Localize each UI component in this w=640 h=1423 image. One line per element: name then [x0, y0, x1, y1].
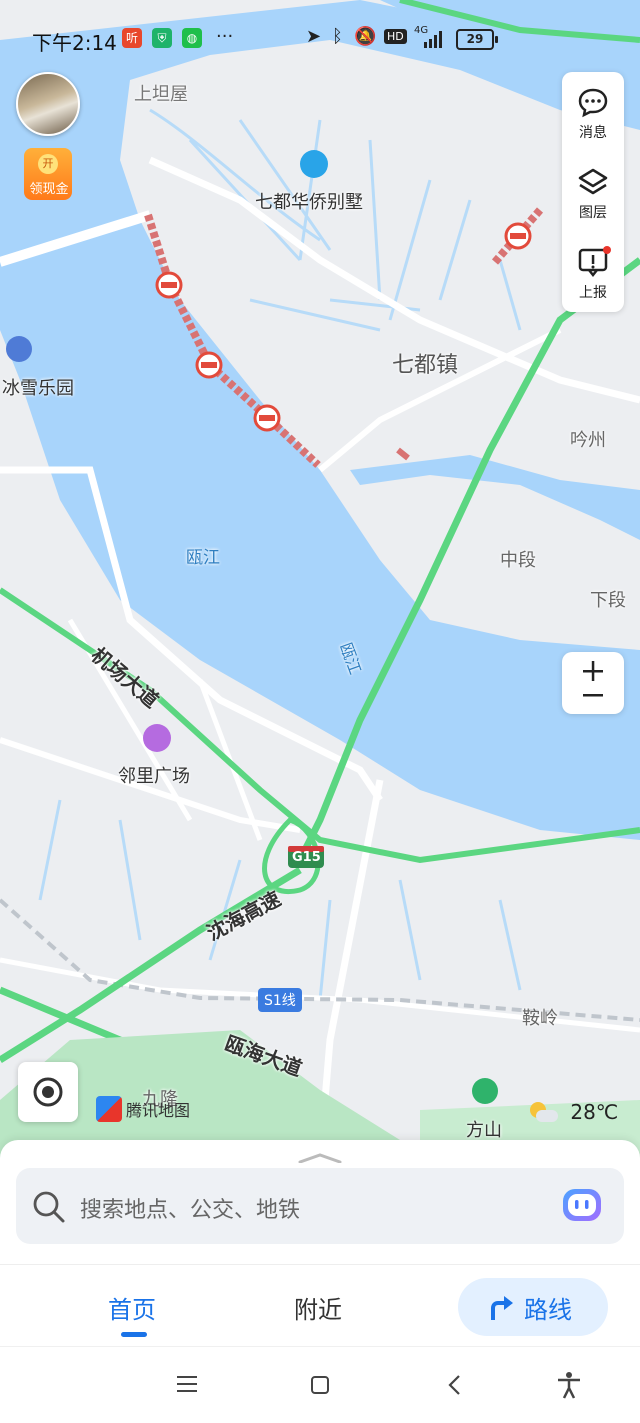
g15-label: G15 [292, 850, 321, 865]
back-icon[interactable] [446, 1374, 462, 1396]
bluetooth-icon: ᛒ [332, 26, 343, 47]
report-icon [578, 246, 611, 278]
status-time: 下午2:14 [32, 31, 117, 55]
compass-logo-icon [96, 1096, 122, 1122]
location-icon: ➤ [306, 26, 322, 47]
tab-home-indicator [121, 1332, 147, 1337]
temperature: 28℃ [570, 1099, 619, 1124]
partly-cloudy-icon [528, 1101, 558, 1122]
route-button[interactable]: 路线 [458, 1278, 608, 1336]
more-notifications-icon: ··· [216, 26, 234, 47]
messages-label: 消息 [579, 125, 607, 141]
closure-icon[interactable] [504, 222, 532, 250]
locate-me-button[interactable] [18, 1062, 78, 1122]
sheet-handle-icon[interactable] [298, 1148, 342, 1164]
map-label-bingxue[interactable]: 冰雪乐园 [2, 374, 74, 400]
system-nav-bar [0, 1346, 640, 1423]
brand-label: 腾讯地图 [126, 1101, 191, 1120]
mute-icon: 🔕 [354, 26, 377, 47]
messages-button[interactable]: 消息 [562, 72, 624, 150]
search-input[interactable]: 搜索地点、公交、地铁 [80, 1192, 300, 1224]
report-button[interactable]: 上报 [562, 232, 624, 310]
listen-app-icon: 听 [122, 28, 142, 48]
turn-arrow-icon [491, 1296, 513, 1320]
weather-widget[interactable]: 28℃ [528, 1098, 618, 1124]
home-icon[interactable] [310, 1375, 330, 1395]
report-label: 上报 [579, 285, 607, 301]
zoom-button[interactable] [562, 652, 624, 714]
layers-button[interactable]: 图层 [562, 152, 624, 230]
map-label-linli-plaza[interactable]: 邻里广场 [118, 762, 190, 788]
wechat-app-icon: ◍ [182, 28, 202, 48]
hd-badge: HD [384, 29, 407, 44]
battery-indicator: 29 [456, 29, 498, 50]
accessibility-icon[interactable] [556, 1371, 582, 1399]
closure-icon[interactable] [155, 271, 183, 299]
cash-label: 领现金 [29, 182, 69, 197]
map-label-anling[interactable]: 鞍岭 [522, 1004, 558, 1030]
layers-icon [578, 168, 608, 195]
map-label-qidu-town[interactable]: 七都镇 [392, 347, 458, 379]
fangshan-poi-icon[interactable] [472, 1078, 498, 1104]
zoom-icon [583, 661, 603, 697]
search-icon [32, 1190, 66, 1228]
tencent-map-brand: 腾讯地图 [96, 1096, 190, 1122]
map-label-zhongduan[interactable]: 中段 [500, 546, 536, 572]
signal-icon [414, 30, 446, 52]
route-label: 路线 [524, 1296, 572, 1324]
tab-home[interactable]: 首页 [108, 1290, 156, 1325]
linli-plaza-poi-icon[interactable] [143, 724, 171, 752]
s1-line-badge[interactable]: S1线 [258, 988, 302, 1012]
map-label-xiaduan[interactable]: 下段 [590, 586, 626, 612]
map-tool-panel: 消息 图层 上报 [562, 72, 624, 312]
ice-park-poi-icon[interactable] [6, 336, 32, 362]
message-icon [578, 88, 608, 118]
map-label-fangshan[interactable]: 方山 [466, 1116, 502, 1142]
map-label-villa[interactable]: 七都华侨别墅 [255, 188, 363, 214]
map-label-shangtanwu[interactable]: 上坦屋 [134, 80, 188, 106]
red-envelope-icon: 开 领现金 [24, 148, 72, 200]
target-icon [33, 1077, 63, 1107]
closure-icon[interactable] [253, 404, 281, 432]
cash-reward-widget[interactable]: 开 领现金 [24, 148, 74, 202]
menu-icon[interactable] [176, 1375, 198, 1393]
map-label-oujiang-river: 瓯江 [186, 548, 220, 568]
cash-coin: 开 [38, 154, 58, 174]
assistant-bot-icon[interactable] [560, 1184, 604, 1228]
tab-nearby[interactable]: 附近 [294, 1290, 342, 1325]
closure-icon[interactable] [195, 351, 223, 379]
map-label-yinzhou[interactable]: 吟州 [570, 426, 606, 452]
layers-label: 图层 [579, 205, 607, 221]
shield-app-icon: ⛨ [152, 28, 172, 48]
user-avatar[interactable] [16, 72, 80, 136]
villa-poi-icon[interactable] [300, 150, 328, 178]
